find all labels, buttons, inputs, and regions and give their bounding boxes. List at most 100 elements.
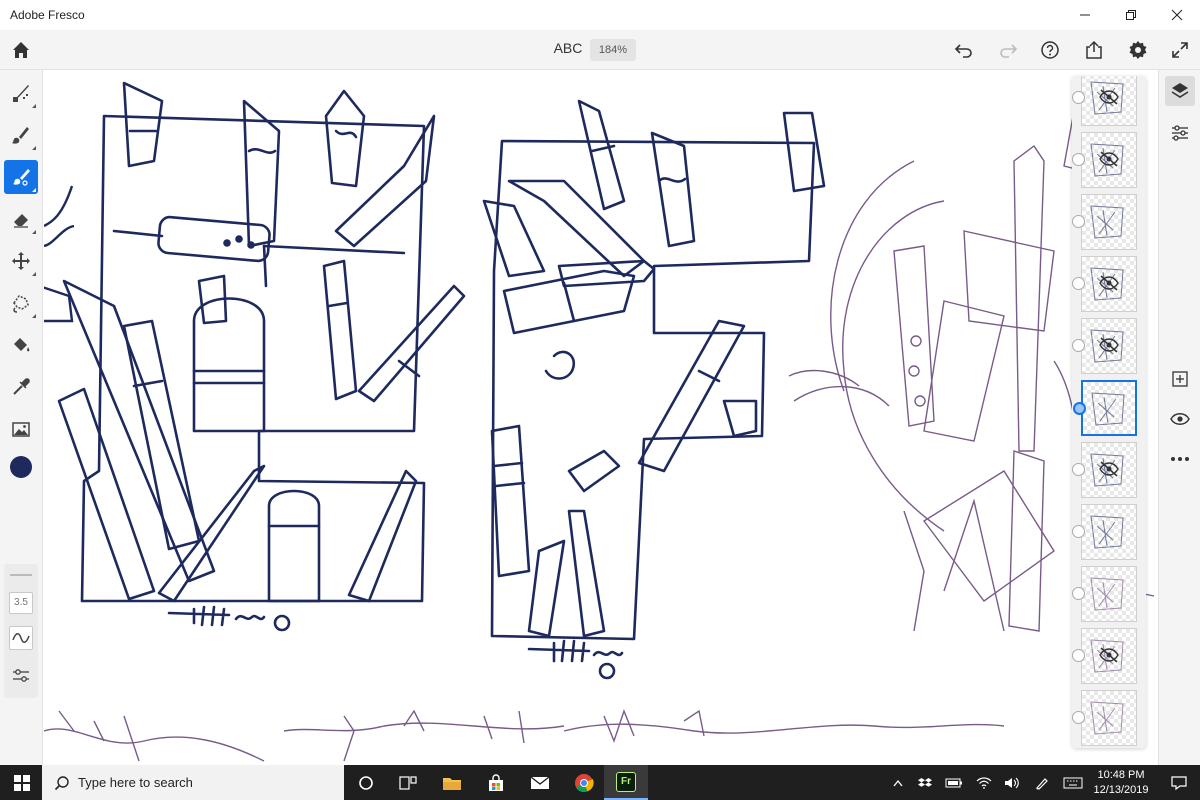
layer-drag-handle[interactable] bbox=[1072, 711, 1085, 724]
sliders-icon bbox=[1172, 125, 1188, 141]
layer-thumbnail[interactable] bbox=[1073, 380, 1137, 436]
eyedropper-icon bbox=[13, 378, 30, 395]
layer-drag-handle[interactable] bbox=[1072, 153, 1085, 166]
top-toolbar: ABC 184% bbox=[0, 30, 1200, 70]
taskbar-search[interactable]: Type here to search bbox=[42, 765, 344, 800]
layer-drag-handle[interactable] bbox=[1072, 339, 1085, 352]
share-button[interactable] bbox=[1080, 36, 1108, 64]
home-button[interactable] bbox=[7, 36, 35, 64]
cortana-button[interactable] bbox=[344, 765, 388, 800]
color-swatch[interactable] bbox=[4, 450, 38, 484]
start-button[interactable] bbox=[0, 765, 44, 800]
layer-drag-handle[interactable] bbox=[1073, 402, 1086, 415]
layer-drag-handle[interactable] bbox=[1072, 91, 1085, 104]
restore-button[interactable] bbox=[1108, 0, 1154, 30]
task-view-icon bbox=[399, 775, 417, 790]
share-icon bbox=[1086, 40, 1102, 59]
layer-thumbnail[interactable] bbox=[1072, 566, 1137, 622]
window-title: Adobe Fresco bbox=[10, 8, 85, 22]
hidden-eye-icon bbox=[1099, 89, 1119, 105]
live-brush-tool[interactable] bbox=[4, 118, 38, 152]
lasso-selection-tool[interactable] bbox=[4, 286, 38, 320]
layer-thumbnail[interactable] bbox=[1072, 256, 1137, 312]
expand-icon bbox=[1172, 42, 1188, 58]
more-icon bbox=[1171, 457, 1189, 461]
drawing-canvas[interactable] bbox=[44, 71, 1158, 765]
layer-thumbnail[interactable] bbox=[1072, 194, 1137, 250]
sketch-layer bbox=[44, 109, 1155, 762]
brush-settings-button[interactable] bbox=[9, 664, 33, 688]
layer-properties-button[interactable] bbox=[1165, 118, 1195, 148]
hidden-eye-icon bbox=[1099, 275, 1119, 291]
brush-size-field[interactable]: 3.5 bbox=[9, 592, 33, 614]
add-layer-button[interactable] bbox=[1165, 364, 1195, 394]
action-center-button[interactable] bbox=[1164, 765, 1194, 800]
settings-button[interactable] bbox=[1124, 36, 1152, 64]
layer-thumbnail[interactable] bbox=[1072, 318, 1137, 374]
layer-preview bbox=[1090, 577, 1124, 611]
keyboard-tray-icon[interactable] bbox=[1060, 765, 1086, 800]
pen-tray-icon[interactable] bbox=[1030, 765, 1054, 800]
layer-thumbnail[interactable] bbox=[1072, 442, 1137, 498]
letter-e-drawing bbox=[57, 81, 466, 632]
fresco-taskbar-button[interactable]: Fr bbox=[604, 765, 648, 800]
layer-thumbnail[interactable] bbox=[1072, 628, 1137, 684]
undo-icon bbox=[954, 44, 972, 58]
minimize-button[interactable] bbox=[1062, 0, 1108, 30]
hidden-eye-icon bbox=[1099, 151, 1119, 167]
layer-drag-handle[interactable] bbox=[1072, 587, 1085, 600]
volume-tray-icon[interactable] bbox=[1000, 765, 1024, 800]
eyedropper-tool[interactable] bbox=[4, 370, 38, 404]
layer-drag-handle[interactable] bbox=[1072, 525, 1085, 538]
eraser-icon bbox=[14, 214, 28, 228]
store-button[interactable] bbox=[474, 765, 518, 800]
tray-overflow-button[interactable] bbox=[888, 765, 908, 800]
layer-thumbnail[interactable] bbox=[1072, 504, 1137, 560]
eye-icon bbox=[1170, 413, 1190, 425]
fill-tool[interactable] bbox=[4, 328, 38, 362]
system-clock[interactable]: 10:48 PM 12/13/2019 bbox=[1086, 768, 1156, 798]
layers-button[interactable] bbox=[1165, 76, 1195, 106]
place-image-tool[interactable] bbox=[4, 412, 38, 446]
battery-tray-icon[interactable] bbox=[942, 765, 966, 800]
brush-smoothing-button[interactable] bbox=[9, 626, 33, 650]
wifi-tray-icon[interactable] bbox=[972, 765, 996, 800]
layer-thumbnail[interactable] bbox=[1072, 132, 1137, 188]
layer-drag-handle[interactable] bbox=[1072, 649, 1085, 662]
hidden-eye-icon bbox=[1099, 461, 1119, 477]
title-bar: Adobe Fresco bbox=[0, 0, 1200, 30]
sliders-icon bbox=[13, 669, 29, 682]
task-view-button[interactable] bbox=[386, 765, 430, 800]
layers-icon bbox=[1171, 83, 1189, 98]
close-button[interactable] bbox=[1154, 0, 1200, 30]
add-layer-icon bbox=[1172, 371, 1188, 387]
toggle-visibility-button[interactable] bbox=[1165, 404, 1195, 434]
document-title[interactable]: ABC bbox=[540, 40, 596, 56]
mail-button[interactable] bbox=[518, 765, 562, 800]
file-explorer-button[interactable] bbox=[430, 765, 474, 800]
layer-drag-handle[interactable] bbox=[1072, 277, 1085, 290]
more-options-button[interactable] bbox=[1165, 444, 1195, 474]
layer-preview bbox=[1090, 701, 1124, 735]
keyboard-icon bbox=[1063, 777, 1083, 788]
vector-brush-tool[interactable] bbox=[4, 160, 38, 194]
layer-drag-handle[interactable] bbox=[1072, 215, 1085, 228]
chrome-icon bbox=[575, 773, 594, 792]
paint-bucket-icon bbox=[14, 338, 30, 352]
size-slider-handle[interactable] bbox=[10, 574, 32, 576]
eraser-tool[interactable] bbox=[4, 202, 38, 236]
layer-drag-handle[interactable] bbox=[1072, 463, 1085, 476]
help-button[interactable] bbox=[1036, 36, 1064, 64]
layer-thumbnail[interactable] bbox=[1072, 690, 1137, 746]
battery-icon bbox=[945, 778, 962, 787]
chrome-button[interactable] bbox=[562, 765, 606, 800]
layer-thumbnail[interactable] bbox=[1072, 76, 1137, 126]
move-transform-tool[interactable] bbox=[4, 244, 38, 278]
fullscreen-button[interactable] bbox=[1166, 36, 1194, 64]
pixel-brush-tool[interactable] bbox=[4, 76, 38, 110]
redo-button[interactable] bbox=[994, 36, 1022, 64]
zoom-level[interactable]: 184% bbox=[590, 39, 636, 61]
undo-button[interactable] bbox=[950, 36, 978, 64]
dropbox-tray-icon[interactable] bbox=[914, 765, 936, 800]
clock-date: 12/13/2019 bbox=[1093, 784, 1149, 796]
